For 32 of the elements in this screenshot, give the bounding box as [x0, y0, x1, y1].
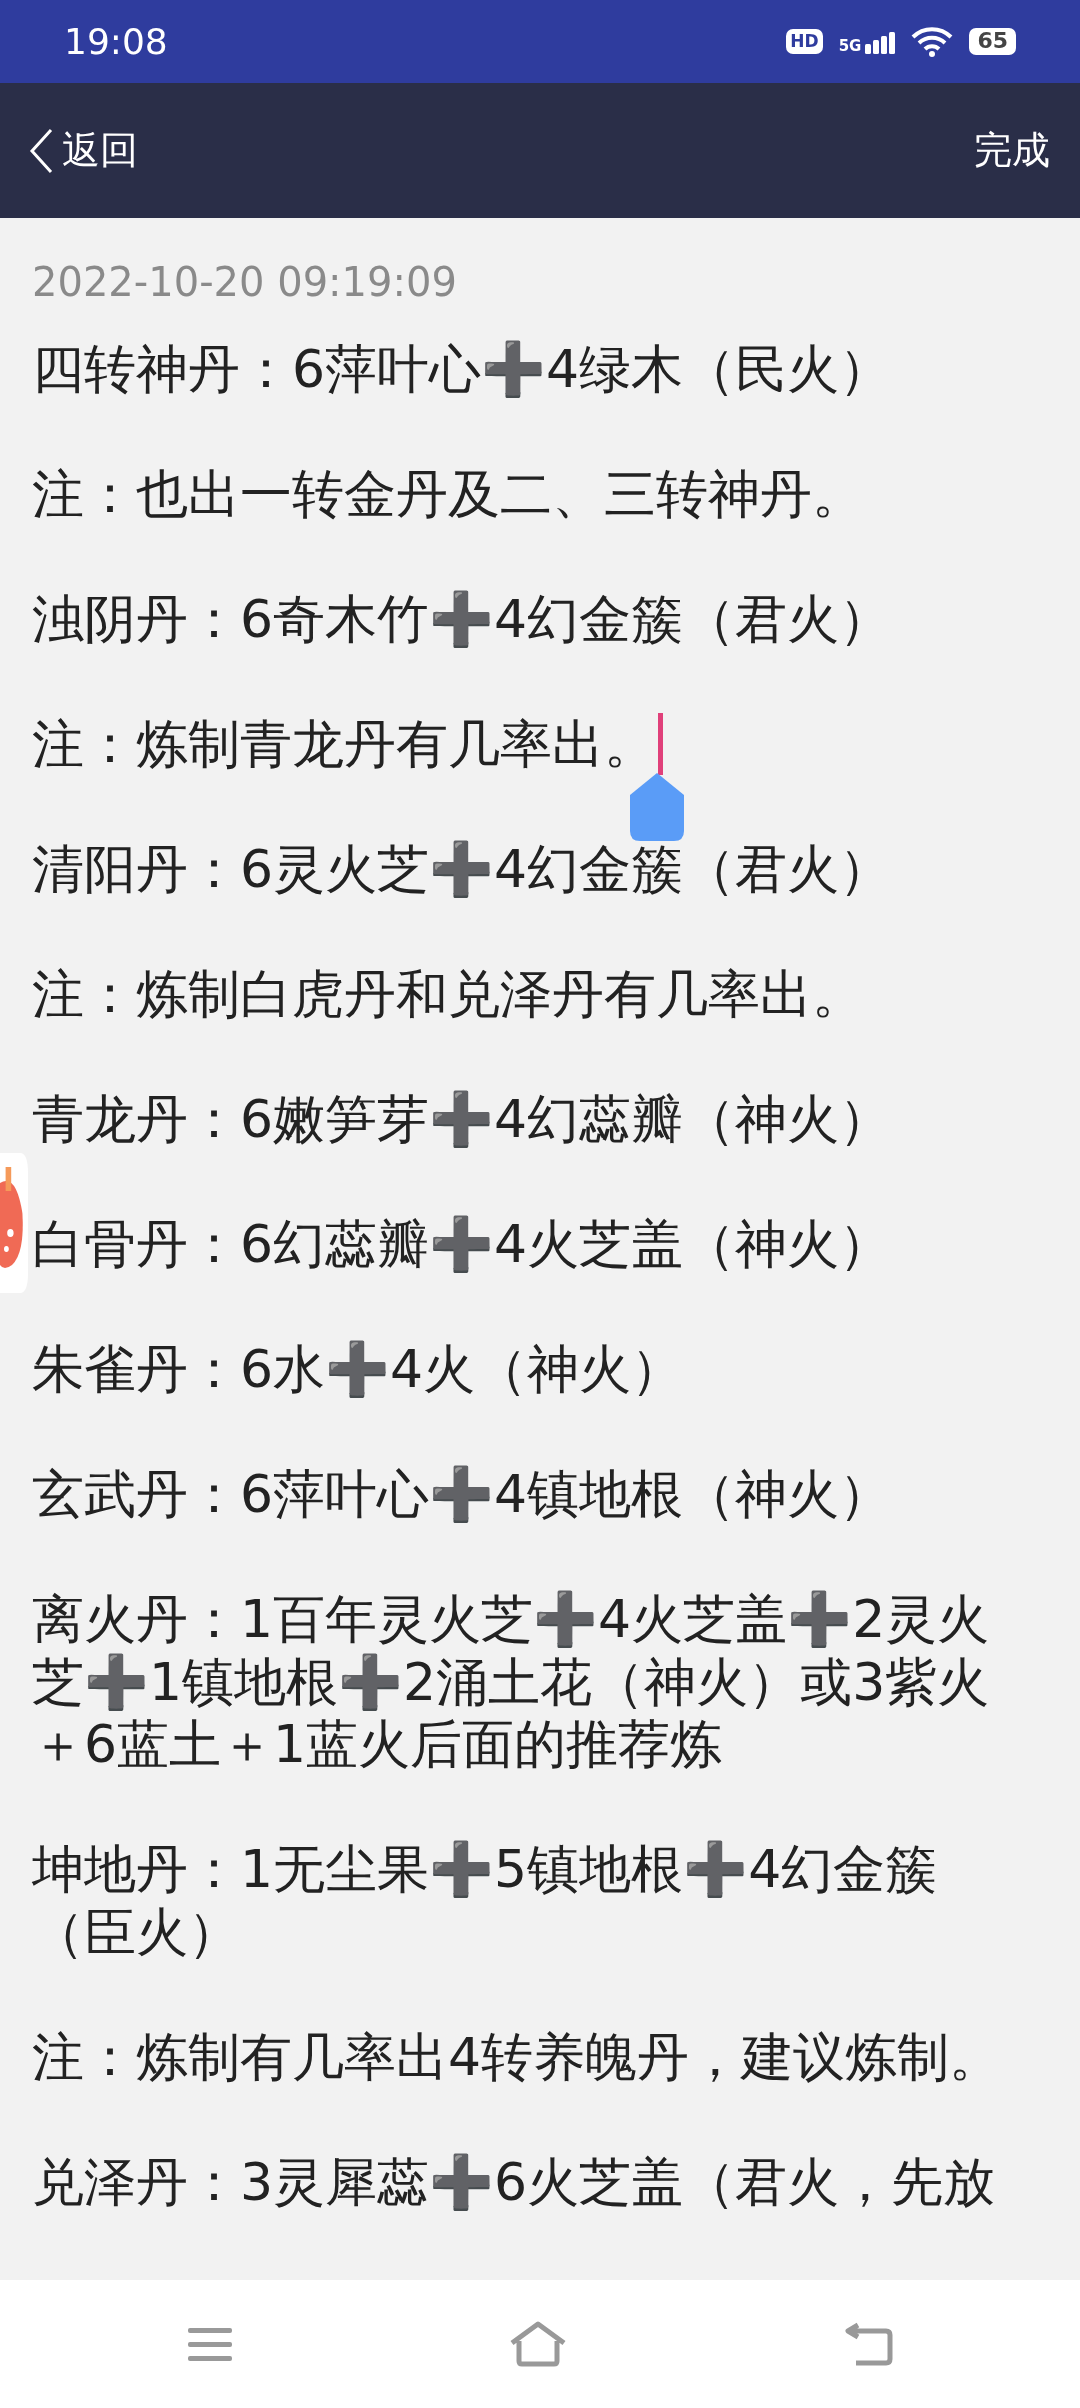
- note-line: ＋6蓝土＋1蓝火后面的推荐炼: [32, 1713, 723, 1776]
- status-time: 19:08: [64, 19, 168, 64]
- note-line: 注：炼制白虎丹和兑泽丹有几率出。: [32, 963, 864, 1026]
- note-line: 四转神丹：6萍叶心➕4绿木（民火）: [32, 338, 892, 401]
- note-line: 朱雀丹：6水➕4火（神火）: [32, 1338, 684, 1401]
- note-line: 白骨丹：6幻蕊瓣➕4火芝盖（神火）: [32, 1213, 892, 1276]
- back-icon[interactable]: [842, 2321, 895, 2367]
- note-line: 兑泽丹：3灵犀蕊➕6火芝盖（君火，先放: [32, 2150, 996, 2213]
- note-line: 坤地丹：1无尘果➕5镇地根➕4幻金簇: [32, 1838, 938, 1901]
- note-line: （臣火）: [32, 1900, 240, 1963]
- hd-badge: HD: [786, 29, 823, 54]
- note-line: 注：也出一转金丹及二、三转神丹。: [32, 463, 864, 526]
- back-button[interactable]: 返回: [28, 122, 138, 179]
- selection-handle[interactable]: [630, 773, 684, 841]
- wifi-icon: [911, 25, 954, 58]
- note-line: 玄武丹：6萍叶心➕4镇地根（神火）: [32, 1463, 892, 1526]
- note-timestamp: 2022-10-20 09:19:09: [32, 258, 458, 307]
- note-line: 浊阴丹：6奇木竹➕4幻金簇（君火）: [32, 588, 892, 651]
- network-label: 5G: [838, 38, 862, 54]
- home-icon[interactable]: [509, 2321, 567, 2367]
- text-cursor: [658, 713, 663, 775]
- back-chevron-icon: [28, 126, 54, 175]
- note-line: 离火丹：1百年灵火芝➕4火芝盖➕2灵火: [32, 1588, 990, 1651]
- battery-level: 65: [969, 28, 1016, 55]
- note-line: 清阳丹：6灵火芝➕4幻金簇（君火）: [32, 838, 892, 901]
- note-line: 青龙丹：6嫩笋芽➕4幻蕊瓣（神火）: [32, 1088, 892, 1151]
- note-line: 注：炼制青龙丹有几率出。: [32, 713, 656, 776]
- floating-app-icon[interactable]: [0, 1153, 28, 1293]
- note-line: 注：炼制有几率出4转养魄丹，建议炼制。: [32, 2025, 1002, 2088]
- done-button[interactable]: 完成: [974, 122, 1050, 179]
- note-line: 芝➕1镇地根➕2涌土花（神火）或3紫火: [32, 1650, 990, 1713]
- signal-icon: [865, 29, 896, 54]
